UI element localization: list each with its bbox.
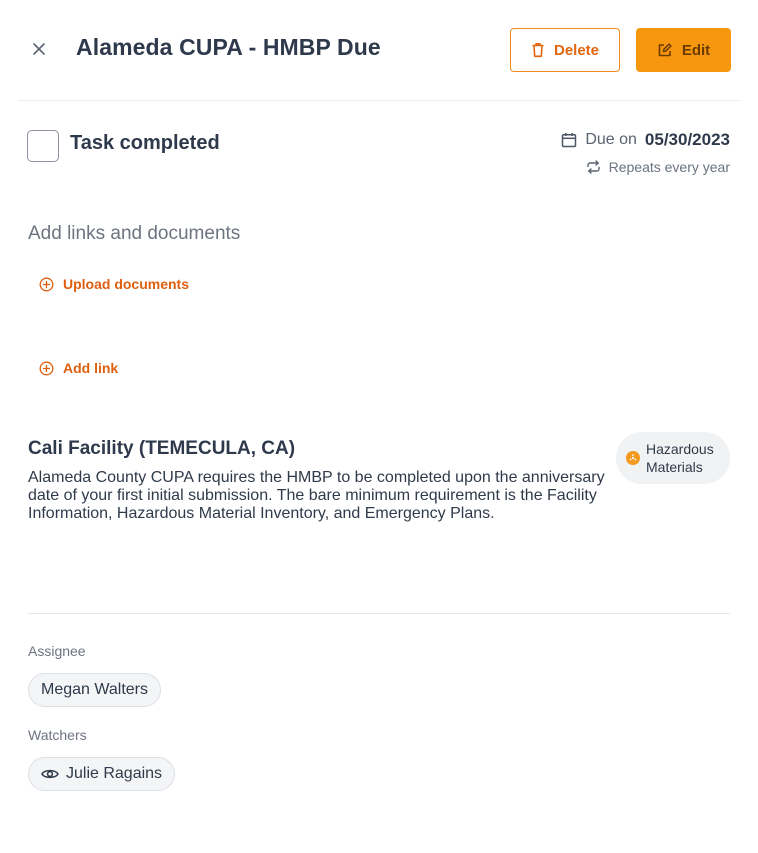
- links-heading: Add links and documents: [28, 223, 241, 244]
- due-date: 05/30/2023: [644, 130, 730, 149]
- repeat-icon: [586, 160, 600, 174]
- page-title: Alameda CUPA - HMBP Due: [76, 34, 381, 60]
- hazard-icon: [626, 451, 640, 465]
- upload-documents-link[interactable]: Upload documents: [39, 276, 189, 292]
- close-icon: [33, 43, 45, 55]
- upload-documents-label: Upload documents: [63, 276, 190, 292]
- due-prefix: Due on: [585, 131, 637, 148]
- repeat-text: Repeats every year: [608, 159, 730, 175]
- section-divider: [28, 613, 730, 614]
- edit-icon: [658, 43, 672, 57]
- edit-label: Edit: [681, 41, 711, 59]
- eye-icon: [41, 769, 59, 779]
- add-link[interactable]: Add link: [39, 360, 118, 376]
- facility-name: Cali Facility (TEMECULA, CA): [28, 438, 296, 459]
- task-completed-checkbox[interactable]: [27, 130, 59, 162]
- assignee-label: Assignee: [28, 643, 86, 659]
- task-completed-label: Task completed: [70, 132, 220, 154]
- add-link-label: Add link: [63, 360, 119, 376]
- watchers-label: Watchers: [28, 727, 87, 743]
- repeat-row: Repeats every year: [586, 159, 730, 175]
- plus-circle-icon: [39, 361, 54, 375]
- close-button[interactable]: [28, 38, 50, 60]
- due-date-row: Due on 05/30/2023: [561, 130, 730, 150]
- facility-description: Alameda County CUPA requires the HMBP to…: [28, 469, 605, 522]
- assignee-name: Megan Walters: [41, 681, 148, 698]
- header-divider: [18, 100, 740, 101]
- delete-button[interactable]: Delete: [510, 28, 620, 72]
- edit-button[interactable]: Edit: [636, 28, 731, 72]
- calendar-icon: [562, 133, 577, 148]
- category-line-1: Hazardous: [646, 441, 714, 457]
- plus-circle-icon: [39, 277, 54, 291]
- assignee-chip[interactable]: Megan Walters: [28, 673, 161, 707]
- trash-icon: [532, 43, 544, 58]
- watcher-name: Julie Ragains: [66, 765, 163, 782]
- category-line-2: Materials: [646, 459, 703, 475]
- delete-label: Delete: [553, 41, 600, 59]
- watcher-chip[interactable]: Julie Ragains: [28, 757, 176, 791]
- category-badge: Hazardous Materials: [616, 432, 730, 484]
